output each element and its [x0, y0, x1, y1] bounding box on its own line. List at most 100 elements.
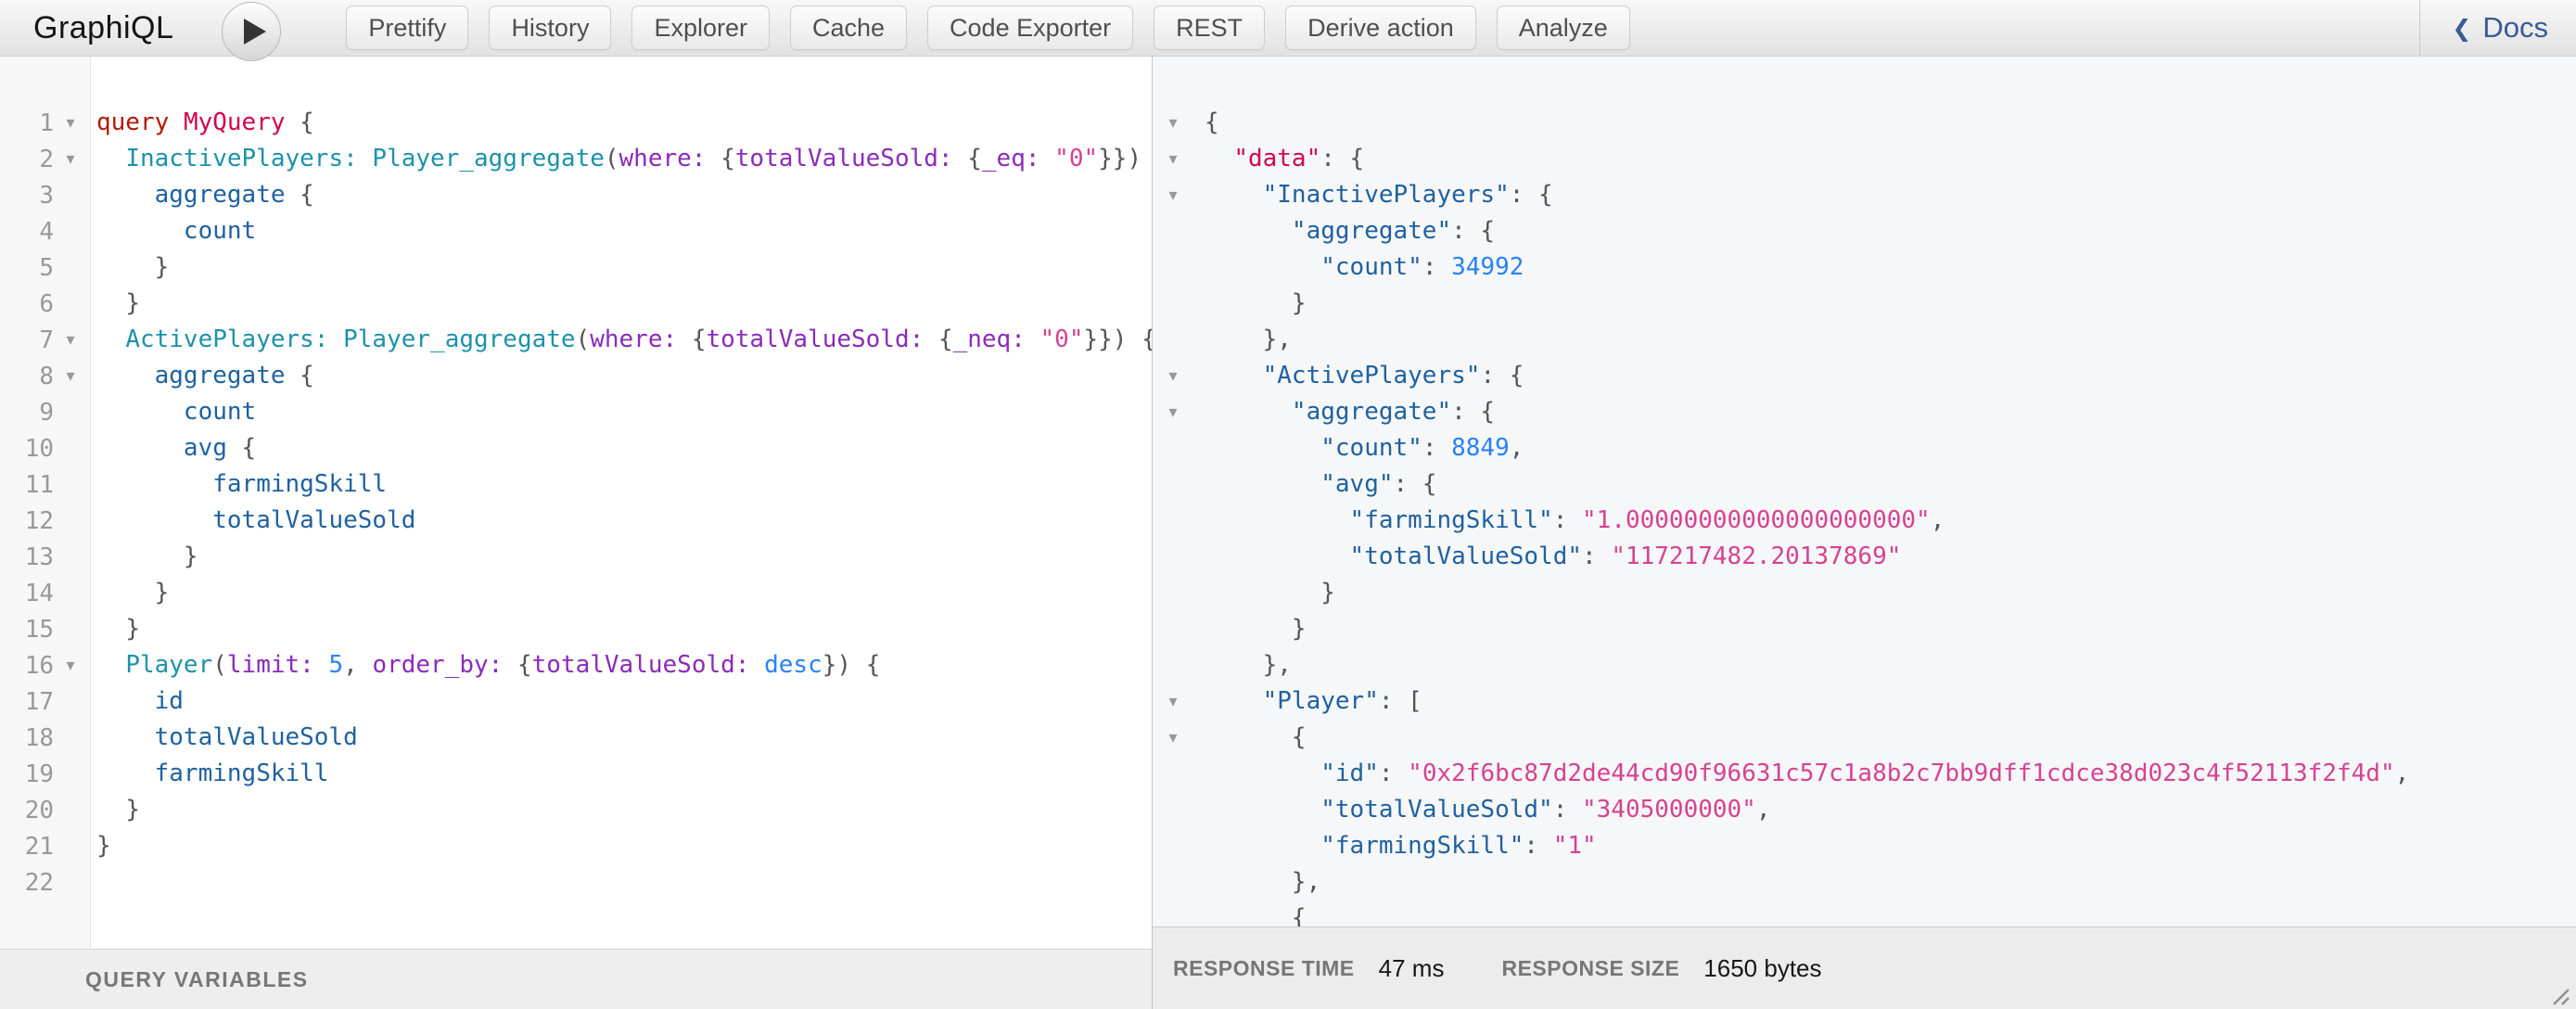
app-title: GraphiQL — [33, 10, 173, 46]
line-number: 15 — [0, 616, 54, 644]
query-editor[interactable]: 1▾2▾34567▾8▾910111213141516▾171819202122… — [0, 57, 1152, 949]
response-code-line: }, — [1205, 322, 2576, 358]
prettify-button[interactable]: Prettify — [346, 6, 468, 50]
query-code-line[interactable]: ActivePlayers: Player_aggregate(where: {… — [96, 322, 1152, 358]
response-size-label: RESPONSE SIZE — [1501, 956, 1679, 981]
gutter-row: 13 — [0, 539, 90, 575]
query-code-line[interactable]: totalValueSold — [96, 720, 1152, 756]
resize-handle-icon[interactable] — [2544, 980, 2570, 1006]
derive-action-button[interactable]: Derive action — [1285, 6, 1476, 50]
query-code-line[interactable]: } — [96, 792, 1152, 828]
rest-button[interactable]: REST — [1154, 6, 1265, 50]
query-code-line[interactable]: query MyQuery { — [96, 105, 1152, 141]
history-button[interactable]: History — [489, 6, 611, 50]
query-code-line[interactable]: } — [96, 249, 1152, 286]
docs-link[interactable]: ❮ Docs — [2419, 0, 2576, 56]
query-variables-title: QUERY VARIABLES — [85, 967, 309, 992]
line-number: 3 — [0, 182, 54, 210]
cache-button[interactable]: Cache — [790, 6, 907, 50]
response-code: { "data": { "InactivePlayers": { "aggreg… — [1205, 57, 2576, 926]
gutter-row: 2▾ — [0, 141, 90, 177]
fold-toggle-icon[interactable]: ▾ — [1153, 683, 1193, 720]
gutter-row: 5 — [0, 249, 90, 286]
response-code-line: "count": 8849, — [1205, 430, 2576, 466]
response-code-line: "avg": { — [1205, 466, 2576, 503]
fold-toggle-icon[interactable]: ▾ — [54, 322, 87, 358]
line-number: 14 — [0, 580, 54, 607]
response-viewer: ▾▾▾▾▾▾▾ { "data": { "InactivePlayers": {… — [1153, 57, 2576, 926]
query-code-line[interactable]: aggregate { — [96, 358, 1152, 394]
gutter-row: 6 — [0, 286, 90, 322]
line-number: 5 — [0, 254, 54, 282]
query-code-line[interactable]: } — [96, 575, 1152, 611]
gutter-row: 16▾ — [0, 647, 90, 683]
fold-toggle-icon[interactable]: ▾ — [54, 358, 87, 394]
gutter-row: ▾ — [1153, 683, 1205, 720]
fold-toggle-icon[interactable]: ▾ — [54, 647, 87, 683]
gutter-row: 4 — [0, 213, 90, 249]
execute-query-button[interactable] — [222, 2, 281, 61]
gutter-row: 17 — [0, 683, 90, 720]
fold-toggle-icon[interactable]: ▾ — [1153, 358, 1193, 394]
query-code-line[interactable]: } — [96, 611, 1152, 647]
response-code-line: "totalValueSold": "117217482.20137869" — [1205, 539, 2576, 575]
line-number: 18 — [0, 724, 54, 752]
query-code-line[interactable]: farmingSkill — [96, 466, 1152, 503]
analyze-button[interactable]: Analyze — [1497, 6, 1630, 50]
gutter-row: 20 — [0, 792, 90, 828]
query-code-line[interactable]: } — [96, 828, 1152, 864]
query-code-line[interactable]: count — [96, 213, 1152, 249]
line-number-gutter: 1▾2▾34567▾8▾910111213141516▾171819202122 — [0, 57, 91, 949]
gutter-row: ▾ — [1153, 358, 1205, 394]
query-variables-bar[interactable]: QUERY VARIABLES — [0, 949, 1152, 1009]
code-exporter-button[interactable]: Code Exporter — [927, 6, 1133, 50]
query-editor-pane: 1▾2▾34567▾8▾910111213141516▾171819202122… — [0, 57, 1153, 1009]
response-size-value: 1650 bytes — [1703, 954, 1821, 983]
line-number: 11 — [0, 471, 54, 499]
fold-toggle-icon[interactable]: ▾ — [54, 105, 87, 141]
query-code-line[interactable]: count — [96, 394, 1152, 430]
gutter-row: 3 — [0, 177, 90, 213]
gutter-row — [1153, 864, 1205, 900]
line-number: 19 — [0, 760, 54, 788]
response-code-line: } — [1205, 575, 2576, 611]
query-code-line[interactable]: } — [96, 286, 1152, 322]
query-code-line[interactable]: aggregate { — [96, 177, 1152, 213]
fold-toggle-icon[interactable]: ▾ — [1153, 141, 1193, 177]
fold-toggle-icon[interactable]: ▾ — [1153, 105, 1193, 141]
gutter-row — [1153, 430, 1205, 466]
query-code[interactable]: query MyQuery { InactivePlayers: Player_… — [91, 57, 1152, 949]
line-number: 6 — [0, 290, 54, 318]
gutter-row — [1153, 249, 1205, 286]
gutter-row: 19 — [0, 756, 90, 792]
gutter-row: ▾ — [1153, 394, 1205, 430]
response-code-line: { — [1205, 720, 2576, 756]
query-code-line[interactable]: avg { — [96, 430, 1152, 466]
chevron-left-icon: ❮ — [2452, 15, 2471, 43]
fold-toggle-icon[interactable]: ▾ — [1153, 394, 1193, 430]
line-number: 21 — [0, 833, 54, 861]
docs-label: Docs — [2482, 11, 2548, 45]
gutter-row: 15 — [0, 611, 90, 647]
gutter-row — [1153, 322, 1205, 358]
fold-toggle-icon[interactable]: ▾ — [1153, 177, 1193, 213]
query-code-line[interactable]: farmingSkill — [96, 756, 1152, 792]
gutter-row: 9 — [0, 394, 90, 430]
response-code-line: }, — [1205, 647, 2576, 683]
fold-toggle-icon[interactable]: ▾ — [54, 141, 87, 177]
gutter-row — [1153, 466, 1205, 503]
line-number: 13 — [0, 543, 54, 571]
line-number: 2 — [0, 146, 54, 173]
gutter-row — [1153, 286, 1205, 322]
response-code-line: { — [1205, 900, 2576, 926]
query-code-line[interactable]: } — [96, 539, 1152, 575]
fold-toggle-icon[interactable]: ▾ — [1153, 720, 1193, 756]
gutter-row: 18 — [0, 720, 90, 756]
query-code-line[interactable]: InactivePlayers: Player_aggregate(where:… — [96, 141, 1152, 177]
explorer-button[interactable]: Explorer — [631, 6, 770, 50]
gutter-row — [1153, 575, 1205, 611]
query-code-line[interactable]: id — [96, 683, 1152, 720]
query-code-line[interactable] — [96, 864, 1152, 900]
query-code-line[interactable]: totalValueSold — [96, 503, 1152, 539]
query-code-line[interactable]: Player(limit: 5, order_by: {totalValueSo… — [96, 647, 1152, 683]
